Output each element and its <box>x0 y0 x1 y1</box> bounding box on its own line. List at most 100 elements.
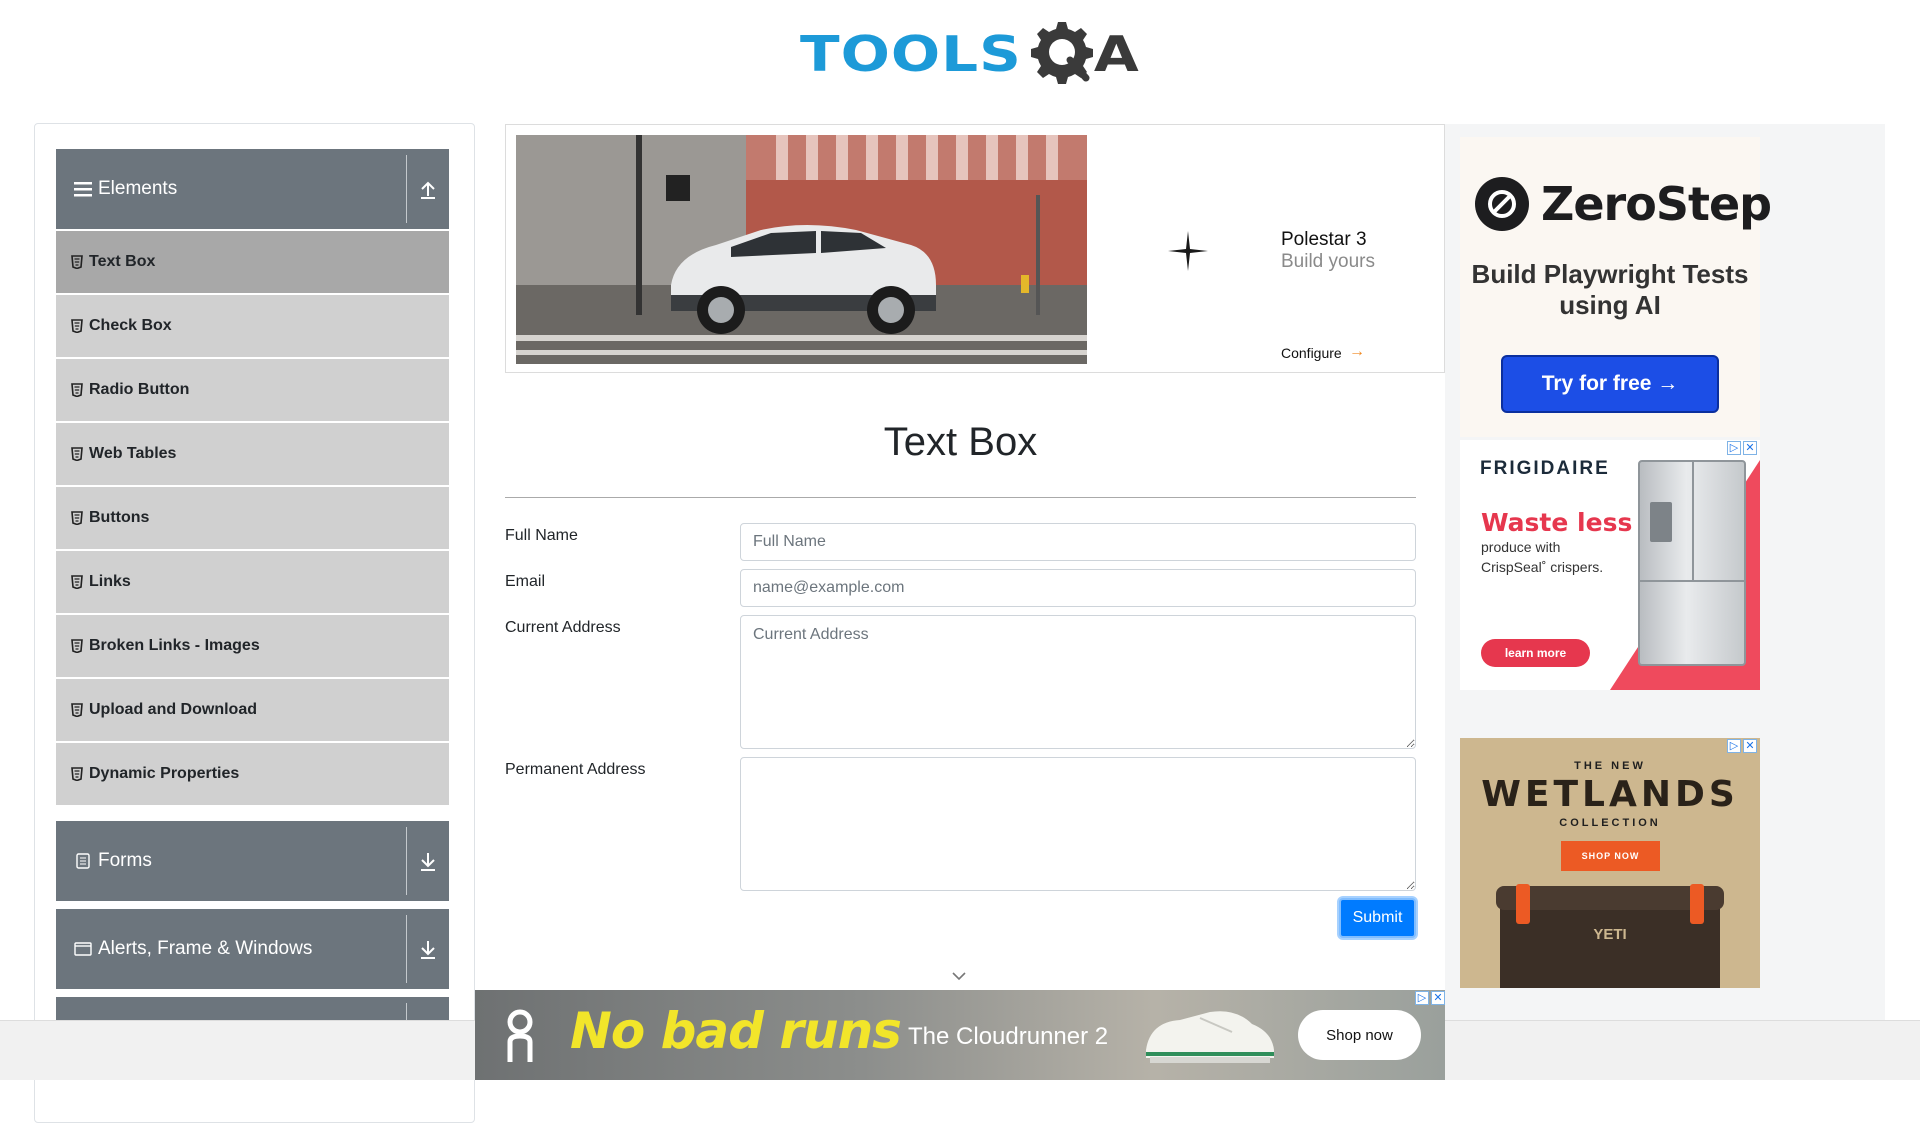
full-name-label: Full Name <box>505 527 578 544</box>
sidebar-item-upload-download[interactable]: Upload and Download <box>56 679 449 741</box>
collapse-arrow-icon[interactable] <box>417 177 439 201</box>
group-forms[interactable]: Forms <box>56 821 449 901</box>
ad-subtitle: Build yours <box>1281 251 1375 272</box>
shop-now-button[interactable]: Shop now <box>1298 1010 1421 1060</box>
on-logo-icon <box>507 1009 533 1062</box>
header: TOOLS A <box>0 0 1920 100</box>
logo-text-tools: TOOLS <box>800 25 1022 83</box>
group-alerts-frame-windows[interactable]: Alerts, Frame & Windows <box>56 909 449 989</box>
adchoices-icon[interactable]: ▷ <box>1727 739 1741 753</box>
refrigerator-image <box>1638 460 1746 666</box>
permanent-address-textarea[interactable] <box>740 757 1416 891</box>
html5-icon <box>71 575 83 589</box>
yeti-ad[interactable]: THE NEW WETLANDS COLLECTION SHOP NOW YET… <box>1460 738 1760 988</box>
group-divider <box>406 155 407 223</box>
sidebar-item-radio-button[interactable]: Radio Button <box>56 359 449 421</box>
sidebar-item-label: Web Tables <box>89 445 177 462</box>
html5-icon <box>71 255 83 269</box>
sidebar-item-dynamic-properties[interactable]: Dynamic Properties <box>56 743 449 805</box>
on-product: The Cloudrunner 2 <box>908 1023 1109 1050</box>
expand-arrow-icon[interactable] <box>417 937 439 961</box>
sidebar-item-label: Broken Links - Images <box>89 637 260 654</box>
polestar-logo-icon <box>1168 231 1208 271</box>
sidebar-item-label: Radio Button <box>89 381 190 398</box>
sidebar-item-label: Check Box <box>89 317 172 334</box>
polestar-banner-ad[interactable]: Polestar 3 Build yours Configure → <box>505 124 1445 373</box>
close-ad-icon[interactable]: ✕ <box>1743 441 1757 455</box>
html5-icon <box>71 319 83 333</box>
html5-icon <box>71 383 83 397</box>
frigidaire-brand: FRIGIDAIRE <box>1480 458 1610 479</box>
arrow-right-icon: → <box>1349 343 1365 360</box>
logo-text-a: A <box>1093 25 1139 83</box>
html5-icon <box>71 767 83 781</box>
gear-magnifier-icon <box>1030 22 1093 84</box>
configure-link[interactable]: Configure <box>1281 345 1342 361</box>
full-name-input[interactable] <box>740 523 1416 561</box>
group-alerts-title: Alerts, Frame & Windows <box>98 938 313 959</box>
adchoices-icon[interactable]: ▷ <box>1415 991 1429 1005</box>
on-running-ad[interactable]: No bad runs The Cloudrunner 2 Shop now <box>475 990 1445 1080</box>
close-ad-icon[interactable]: ✕ <box>1743 739 1757 753</box>
frigidaire-ad[interactable]: FRIGIDAIRE Waste less produce with Crisp… <box>1460 440 1760 690</box>
title-divider <box>505 497 1416 498</box>
zerostep-logo: ZeroStep <box>1475 177 1772 231</box>
sidebar-item-label: Buttons <box>89 509 150 526</box>
current-address-textarea[interactable] <box>740 615 1416 749</box>
cooler-brand: YETI <box>1593 926 1627 943</box>
window-icon <box>72 941 94 957</box>
ad-title: Polestar 3 <box>1281 229 1367 250</box>
zerostep-logo-icon <box>1475 177 1529 231</box>
permanent-address-label: Permanent Address <box>505 761 646 778</box>
zerostep-name: ZeroStep <box>1541 177 1772 231</box>
group-elements[interactable]: Elements <box>56 149 449 229</box>
adchoices-icon[interactable]: ▷ <box>1727 441 1741 455</box>
group-forms-title: Forms <box>98 850 152 871</box>
html5-icon <box>71 639 83 653</box>
page-title: Text Box <box>883 420 1038 464</box>
current-address-label: Current Address <box>505 619 621 636</box>
learn-more-button[interactable]: learn more <box>1481 639 1590 667</box>
submit-button[interactable]: Submit <box>1339 898 1416 938</box>
html5-icon <box>71 447 83 461</box>
toolsqa-logo[interactable]: TOOLS A <box>800 14 1139 94</box>
yeti-line1: THE NEW <box>1574 760 1646 772</box>
group-divider <box>406 915 407 983</box>
email-label: Email <box>505 573 546 590</box>
shop-now-button[interactable]: SHOP NOW <box>1561 841 1660 871</box>
chevron-down-icon[interactable] <box>950 970 968 982</box>
frigidaire-body-line: CrispSeal˚ crispers. <box>1481 559 1604 575</box>
sidebar-item-buttons[interactable]: Buttons <box>56 487 449 549</box>
yeti-line2: WETLANDS <box>1481 774 1739 815</box>
sidebar-item-web-tables[interactable]: Web Tables <box>56 423 449 485</box>
email-input[interactable] <box>740 569 1416 607</box>
sidebar-item-label: Dynamic Properties <box>89 765 240 782</box>
car-photo <box>516 135 1087 364</box>
on-headline: No bad runs <box>570 1002 902 1060</box>
group-elements-title: Elements <box>98 178 178 199</box>
sidebar-item-text-box[interactable]: Text Box <box>56 231 449 293</box>
group-divider <box>406 827 407 895</box>
zerostep-ad[interactable]: ZeroStep Build Playwright Tests using AI… <box>1460 137 1772 437</box>
sidebar-item-links[interactable]: Links <box>56 551 449 613</box>
left-sidebar: Elements Text Box Check Box Radio Button… <box>34 123 475 1123</box>
sidebar-item-label: Upload and Download <box>89 701 257 718</box>
frigidaire-headline: Waste less <box>1481 508 1633 537</box>
html5-icon <box>71 703 83 717</box>
zerostep-tagline: Build Playwright Tests using AI <box>1471 259 1749 320</box>
frigidaire-body-line: produce with <box>1481 539 1561 555</box>
yeti-line3: COLLECTION <box>1559 817 1661 829</box>
sidebar-item-label: Links <box>89 573 131 590</box>
try-for-free-button[interactable]: Try for free → <box>1501 355 1719 413</box>
shoe-image <box>1146 1011 1274 1063</box>
sidebar-item-check-box[interactable]: Check Box <box>56 295 449 357</box>
hamburger-icon <box>72 181 94 197</box>
close-ad-icon[interactable]: ✕ <box>1431 991 1445 1005</box>
sidebar-item-broken-links[interactable]: Broken Links - Images <box>56 615 449 677</box>
html5-icon <box>71 511 83 525</box>
expand-arrow-icon[interactable] <box>417 849 439 873</box>
frigidaire-body: produce with CrispSeal˚ crispers. <box>1481 537 1603 577</box>
sidebar-item-label: Text Box <box>89 253 156 270</box>
document-icon <box>72 853 94 869</box>
cooler-lid <box>1496 884 1724 924</box>
